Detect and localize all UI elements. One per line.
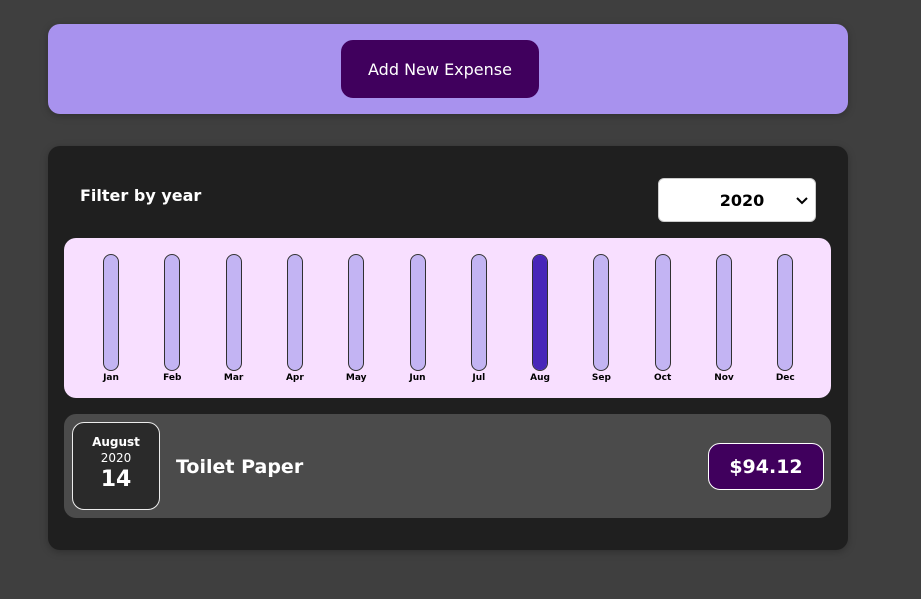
chart-bar-may: May	[336, 238, 376, 398]
chart-bar-nov: Nov	[704, 238, 744, 398]
expense-amount: $94.12	[708, 443, 824, 490]
chart-bar-track	[654, 254, 671, 371]
chart-bar-label: Aug	[530, 373, 550, 383]
chart-bar-label: Sep	[591, 373, 611, 383]
chart-bar-track	[286, 254, 303, 371]
expense-date-year: 2020	[100, 451, 132, 465]
chart-bar-label: Apr	[285, 373, 304, 383]
chart-bar-fill	[533, 255, 548, 370]
chart-bar-apr: Apr	[275, 238, 315, 398]
expense-title: Toilet Paper	[176, 456, 304, 478]
chart-bar-feb: Feb	[152, 238, 192, 398]
chart-bar-track	[593, 254, 610, 371]
chevron-down-icon	[796, 197, 808, 205]
chart-bar-label: Jun	[409, 373, 426, 383]
chart-bar-track	[164, 254, 181, 371]
chart-bar-oct: Oct	[643, 238, 683, 398]
expense-date-month: August	[92, 435, 140, 449]
chart-bar-jul: Jul	[459, 238, 499, 398]
expense-date: August 2020 14	[72, 422, 160, 510]
chart-bar-label: May	[345, 373, 367, 383]
expense-date-day: 14	[100, 467, 132, 492]
chart-bar-track	[532, 254, 549, 371]
chart-bar-label: Jul	[472, 373, 486, 383]
filter-label: Filter by year	[80, 186, 202, 205]
chart-bar-label: Dec	[775, 373, 795, 383]
chart-bar-track	[103, 254, 119, 371]
chart-bar-label: Mar	[223, 373, 244, 383]
chart-bar-label: Jan	[103, 373, 119, 383]
month-chart: Jan Feb Mar Apr May Jun Jul Aug Sep Oct Nov Dec	[64, 238, 831, 398]
chart-bar-track	[225, 254, 242, 371]
year-select[interactable]: 2020	[658, 178, 816, 222]
chart-bar-mar: Mar	[214, 238, 254, 398]
chart-bar-track	[716, 254, 732, 371]
chart-bar-label: Nov	[714, 373, 734, 383]
chart-bar-jun: Jun	[398, 238, 438, 398]
chart-bar-track	[348, 254, 365, 371]
chart-bar-label: Feb	[163, 373, 182, 383]
chart-bar-aug: Aug	[520, 238, 560, 398]
chart-bar-jan: Jan	[91, 238, 131, 398]
chart-bar-sep: Sep	[581, 238, 621, 398]
chart-bar-track	[470, 254, 487, 371]
year-select-value: 2020	[719, 190, 765, 210]
chart-bar-dec: Dec	[765, 238, 805, 398]
chart-bar-track	[777, 254, 794, 371]
expenses-panel: Filter by year 2020 Jan Feb Mar Apr May Jun Ju…	[48, 146, 848, 550]
chart-bar-label: Oct	[654, 373, 672, 383]
new-expense-panel: Add New Expense	[48, 24, 848, 114]
expense-item: August 2020 14 Toilet Paper $94.12	[64, 414, 831, 518]
add-new-expense-button[interactable]: Add New Expense	[341, 40, 539, 98]
chart-bar-track	[409, 254, 426, 371]
